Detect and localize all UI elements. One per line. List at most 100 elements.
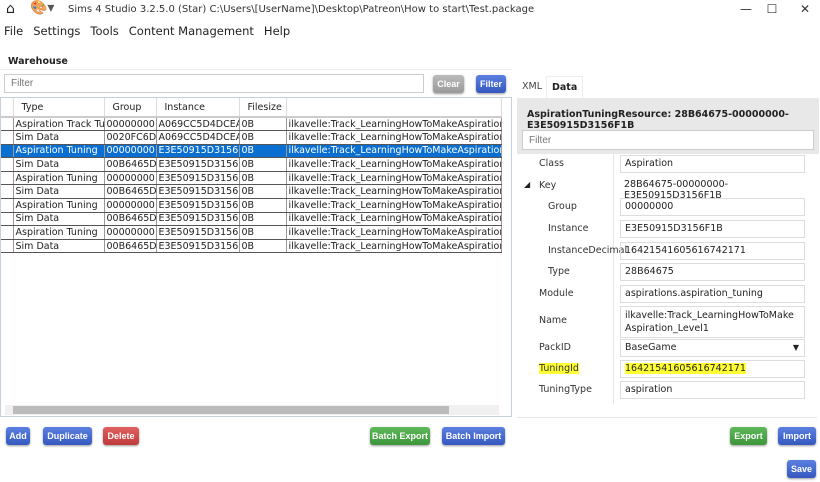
scrollbar-thumb[interactable]: [13, 406, 449, 414]
table-row[interactable]: Aspiration Tuning00000000E3E50915D3156F1…: [1, 198, 502, 213]
row-header: [1, 98, 14, 118]
cell-type: Aspiration Track Tuning: [13, 117, 105, 132]
label-text: TuningType: [539, 384, 592, 395]
cell-group: 00000000: [104, 171, 157, 186]
cell-instance: A069CC5D4DCEAD31: [156, 130, 240, 145]
column-header-group[interactable]: Group: [104, 98, 157, 118]
data-filter-input[interactable]: [522, 130, 814, 150]
dropdown-arrow-icon[interactable]: ▼: [793, 343, 799, 352]
warehouse-filter-input[interactable]: [4, 74, 424, 93]
table-row[interactable]: Sim Data00B6465DE3E50915D3156F180Bilkave…: [1, 184, 502, 200]
table-row[interactable]: Sim Data00B6465DE3E50915D3156F190Bilkave…: [1, 212, 502, 227]
cell-group: 00B6465D: [104, 157, 157, 172]
cell-group: 00B6465D: [104, 212, 157, 227]
prop-value-instance-decimal[interactable]: 16421541605616742171: [620, 242, 805, 260]
row-header-cell[interactable]: [1, 239, 14, 254]
row-header-cell[interactable]: [1, 157, 14, 172]
label-text: Class: [539, 158, 564, 169]
table-row[interactable]: Sim Data00B6465DE3E50915D3156F1E0Bilkave…: [1, 239, 502, 254]
prop-value-module[interactable]: aspirations.aspiration_tuning: [620, 285, 805, 303]
save-button[interactable]: Save: [787, 460, 816, 478]
prop-value-tuning-type[interactable]: aspiration: [620, 381, 805, 399]
cell-name: ilkavelle:Track_LearningHowToMakeAspirat…: [286, 212, 502, 227]
prop-label-class: Class: [539, 158, 564, 169]
cell-filesize: 0B: [239, 144, 287, 159]
cell-name: ilkavelle:Track_LearningHowToMakeAspirat…: [286, 239, 502, 254]
menu-settings[interactable]: Settings: [33, 24, 80, 38]
column-header-type[interactable]: Type: [13, 98, 105, 118]
column-header-instance[interactable]: Instance: [156, 98, 240, 118]
prop-value-group[interactable]: 00000000: [620, 198, 805, 216]
export-button[interactable]: Export: [730, 427, 767, 445]
label-text: InstanceDecimal: [548, 245, 628, 256]
cell-instance: A069CC5D4DCEAD31: [156, 117, 240, 132]
cell-group: 0020FC6D: [104, 130, 157, 145]
column-header-name[interactable]: [286, 98, 502, 118]
value-text: 16421541605616742171: [625, 363, 746, 374]
value-text: aspiration: [625, 384, 673, 395]
table-row[interactable]: Aspiration Tuning00000000E3E50915D3156F1…: [1, 144, 502, 159]
table-row[interactable]: Sim Data0020FC6DA069CC5D4DCEAD310Bilkave…: [1, 130, 502, 145]
row-header-cell[interactable]: [1, 130, 14, 145]
resource-table-container: Type Group Instance Filesize Aspiration …: [0, 97, 512, 417]
home-icon[interactable]: ⌂: [6, 1, 15, 17]
batch-export-button[interactable]: Batch Export: [370, 427, 430, 445]
prop-label-pack-id: PackID: [539, 342, 571, 353]
clear-button[interactable]: Clear: [433, 75, 464, 93]
table-row[interactable]: Aspiration Tuning00000000E3E50915D3156F1…: [1, 171, 502, 186]
table-row[interactable]: Aspiration Tuning00000000E3E50915D3156F1…: [1, 225, 502, 240]
cell-name: ilkavelle:Track_LearningHowToMakeAspirat…: [286, 117, 502, 132]
row-header-cell[interactable]: [1, 117, 14, 132]
cell-group: 00000000: [104, 198, 157, 213]
import-button[interactable]: Import: [778, 427, 816, 445]
menu-file[interactable]: File: [4, 24, 23, 38]
expand-arrow-icon[interactable]: ◢: [524, 180, 530, 189]
cell-instance: E3E50915D3156F1B: [156, 157, 240, 172]
label-text: Name: [539, 315, 568, 326]
prop-value-instance[interactable]: E3E50915D3156F1B: [620, 220, 805, 238]
cell-type: Sim Data: [13, 212, 105, 227]
horizontal-scrollbar[interactable]: [5, 405, 499, 415]
cell-filesize: 0B: [239, 239, 287, 254]
label-text: Type: [548, 266, 570, 277]
minimize-button[interactable]: —: [735, 2, 757, 18]
menu-help[interactable]: Help: [264, 24, 290, 38]
value-text: 16421541605616742171: [625, 245, 746, 256]
cell-filesize: 0B: [239, 184, 287, 200]
row-header-cell[interactable]: [1, 144, 14, 159]
tab-data[interactable]: Data: [546, 76, 584, 98]
column-header-filesize[interactable]: Filesize: [239, 98, 287, 118]
cell-instance: E3E50915D3156F1E: [156, 239, 240, 254]
table-row[interactable]: Sim Data00B6465DE3E50915D3156F1B0Bilkave…: [1, 157, 502, 172]
delete-button[interactable]: Delete: [103, 427, 139, 445]
menu-content-management[interactable]: Content Management: [129, 24, 254, 38]
tab-xml[interactable]: XML: [518, 78, 546, 95]
value-text: Aspiration: [625, 158, 674, 169]
filter-label: Filter: [479, 79, 502, 89]
row-header-cell[interactable]: [1, 212, 14, 227]
prop-value-pack-id[interactable]: BaseGame ▼: [620, 339, 805, 357]
cell-filesize: 0B: [239, 171, 287, 186]
menu-tools[interactable]: Tools: [90, 24, 118, 38]
duplicate-button[interactable]: Duplicate: [43, 427, 92, 445]
filter-button[interactable]: Filter: [476, 75, 506, 93]
cell-group: 00B6465D: [104, 184, 157, 200]
row-header-cell[interactable]: [1, 171, 14, 186]
batch-import-button[interactable]: Batch Import: [442, 427, 505, 445]
prop-value-key: 28B64675-00000000-E3E50915D3156F1B: [620, 177, 805, 201]
cell-name: ilkavelle:Track_LearningHowToMakeAspirat…: [286, 157, 502, 172]
close-button[interactable]: ✕: [794, 2, 816, 18]
value-text: 28B64675: [625, 266, 674, 277]
maximize-button[interactable]: ☐: [761, 2, 783, 18]
prop-value-type[interactable]: 28B64675: [620, 263, 805, 281]
prop-value-class[interactable]: Aspiration: [620, 155, 805, 173]
prop-value-name[interactable]: ilkavelle:Track_LearningHowToMakeAspirat…: [620, 306, 805, 338]
table-row[interactable]: Aspiration Track Tuning00000000A069CC5D4…: [1, 117, 502, 132]
row-header-cell[interactable]: [1, 184, 14, 200]
palette-icon[interactable]: 🎨▾: [30, 0, 54, 16]
prop-value-tuning-id[interactable]: 16421541605616742171: [620, 360, 805, 378]
row-header-cell[interactable]: [1, 225, 14, 240]
row-header-cell[interactable]: [1, 198, 14, 213]
add-button[interactable]: Add: [6, 427, 30, 445]
cell-filesize: 0B: [239, 212, 287, 227]
